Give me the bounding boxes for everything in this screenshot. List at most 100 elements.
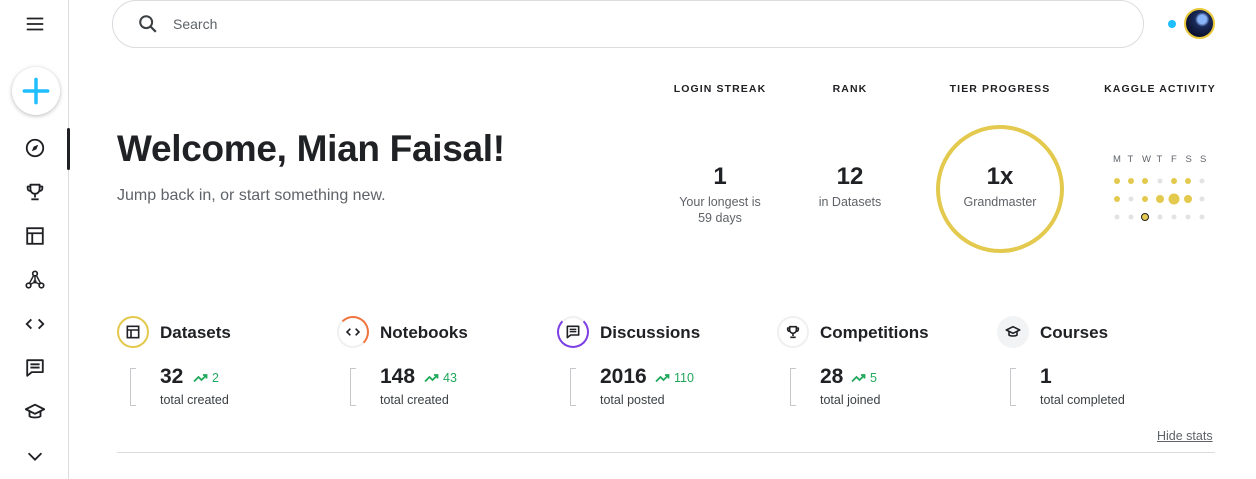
activity-day-label: F bbox=[1171, 154, 1177, 165]
trophy-icon bbox=[26, 183, 43, 201]
activity-day-label: S bbox=[1185, 154, 1192, 165]
discussion-icon bbox=[25, 359, 44, 377]
page-subtitle: Jump back in, or start something new. bbox=[117, 187, 386, 204]
activity-dot bbox=[1185, 178, 1191, 184]
page-title: Welcome, Mian Faisal! bbox=[117, 128, 505, 169]
trending-up-icon bbox=[424, 374, 439, 383]
category-courses[interactable]: Courses 1 total completed bbox=[997, 314, 1197, 414]
models-icon bbox=[24, 270, 45, 289]
category-count: 28 bbox=[820, 365, 844, 388]
category-label: total created bbox=[160, 393, 229, 407]
activity-day-label: S bbox=[1200, 154, 1207, 165]
category-trend: 2 bbox=[193, 371, 219, 385]
sidebar-item-competitions[interactable] bbox=[0, 172, 69, 212]
activity-dot bbox=[1168, 193, 1180, 205]
sidebar bbox=[0, 0, 70, 479]
create-button[interactable] bbox=[12, 67, 60, 115]
code-icon bbox=[24, 318, 45, 330]
activity-dot bbox=[1114, 178, 1120, 184]
trending-up-icon bbox=[655, 374, 670, 383]
category-trend: 5 bbox=[851, 371, 877, 385]
activity-dot bbox=[1128, 178, 1135, 184]
category-trend-value: 2 bbox=[212, 371, 219, 385]
category-trend: 110 bbox=[655, 371, 694, 385]
notification-dot bbox=[1168, 20, 1176, 28]
sidebar-item-models[interactable] bbox=[0, 260, 69, 300]
activity-dot bbox=[1185, 214, 1191, 220]
sidebar-more-button[interactable] bbox=[0, 436, 69, 476]
activity-dot bbox=[1199, 178, 1205, 184]
sidebar-item-home[interactable] bbox=[0, 128, 70, 170]
school-icon bbox=[24, 403, 45, 419]
sidebar-item-code[interactable] bbox=[0, 304, 69, 344]
category-title: Discussions bbox=[600, 323, 701, 342]
rank-value: 12 bbox=[836, 163, 864, 190]
menu-icon bbox=[26, 17, 43, 31]
notebooks-icon bbox=[337, 316, 369, 348]
tier-value: 1x bbox=[986, 163, 1014, 190]
category-discussions[interactable]: Discussions 2016 110 total posted bbox=[557, 314, 757, 414]
category-title: Competitions bbox=[820, 323, 929, 342]
activity-dot bbox=[1184, 195, 1192, 203]
login-streak-header: LOGIN STREAK bbox=[673, 83, 767, 95]
activity-day-label: T bbox=[1127, 154, 1134, 165]
activity-dot bbox=[1141, 213, 1150, 221]
activity-dot bbox=[1142, 178, 1149, 184]
activity-dot bbox=[1199, 196, 1205, 202]
category-competitions[interactable]: Competitions 28 5 total joined bbox=[777, 314, 977, 414]
datasets-icon bbox=[117, 316, 149, 348]
discussions-icon bbox=[557, 316, 589, 348]
activity-dot bbox=[1155, 195, 1164, 203]
activity-day-label: M bbox=[1113, 154, 1121, 165]
search-icon bbox=[139, 15, 157, 33]
activity-dot bbox=[1128, 214, 1134, 220]
section-divider bbox=[117, 452, 1215, 453]
category-label: total posted bbox=[600, 393, 665, 407]
activity-dot bbox=[1157, 214, 1163, 220]
rank-header: RANK bbox=[832, 83, 868, 95]
category-label: total joined bbox=[820, 393, 881, 407]
avatar[interactable] bbox=[1184, 8, 1215, 39]
category-label: total created bbox=[380, 393, 449, 407]
kaggle-activity-header: KAGGLE ACTIVITY bbox=[1104, 83, 1216, 95]
category-bracket bbox=[570, 368, 576, 406]
login-streak-caption-2: 59 days bbox=[698, 211, 742, 225]
hide-stats-link[interactable]: Hide stats bbox=[1157, 429, 1213, 443]
category-label: total completed bbox=[1040, 393, 1125, 407]
tier-progress-header: TIER PROGRESS bbox=[949, 83, 1051, 95]
activity-day-label: W bbox=[1142, 154, 1151, 165]
category-notebooks[interactable]: Notebooks 148 43 total created bbox=[337, 314, 537, 414]
sidebar-item-learn[interactable] bbox=[0, 392, 69, 432]
category-bracket bbox=[790, 368, 796, 406]
trending-up-icon bbox=[193, 374, 208, 383]
search-bar[interactable] bbox=[112, 0, 1144, 48]
category-title: Datasets bbox=[160, 323, 231, 342]
category-trend-value: 110 bbox=[674, 371, 694, 385]
activity-dot bbox=[1142, 196, 1149, 202]
activity-dot bbox=[1114, 196, 1120, 202]
menu-button[interactable] bbox=[0, 4, 69, 44]
category-datasets[interactable]: Datasets 32 2 total created bbox=[117, 314, 317, 414]
table-icon bbox=[25, 227, 44, 245]
category-bracket bbox=[1010, 368, 1016, 406]
compass-icon bbox=[25, 138, 44, 158]
login-streak-caption-1: Your longest is bbox=[679, 195, 761, 209]
activity-day-label: T bbox=[1156, 154, 1163, 165]
search-input[interactable] bbox=[173, 16, 1073, 32]
chevron-down-icon bbox=[27, 452, 42, 461]
plus-icon bbox=[22, 77, 50, 105]
activity-dot bbox=[1199, 214, 1205, 220]
category-trend: 43 bbox=[424, 371, 457, 385]
activity-day-labels: M T W T F S S bbox=[1113, 154, 1215, 165]
competitions-icon bbox=[777, 316, 809, 348]
category-count: 32 bbox=[160, 365, 184, 388]
category-trend-value: 5 bbox=[870, 371, 877, 385]
category-title: Courses bbox=[1040, 323, 1109, 342]
sidebar-item-datasets[interactable] bbox=[0, 216, 69, 256]
category-count: 2016 bbox=[600, 365, 647, 388]
trending-up-icon bbox=[851, 374, 866, 383]
sidebar-item-discussions[interactable] bbox=[0, 348, 69, 388]
category-bracket bbox=[130, 368, 136, 406]
category-bracket bbox=[350, 368, 356, 406]
category-count: 148 bbox=[380, 365, 416, 388]
